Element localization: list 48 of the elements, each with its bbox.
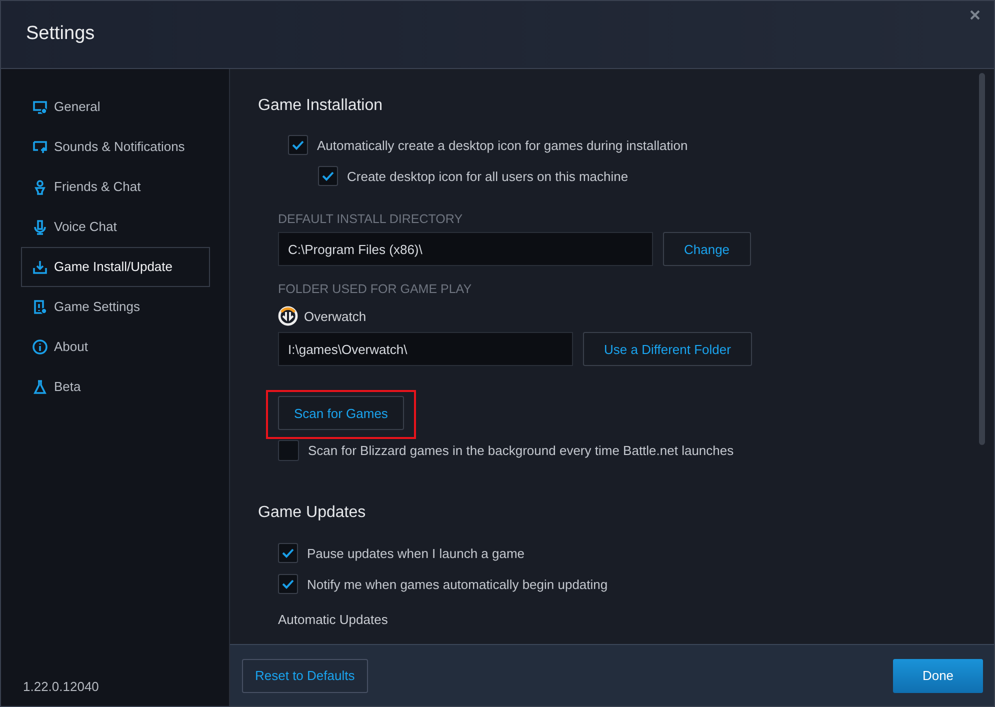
checkmark-icon: [282, 548, 294, 558]
done-button[interactable]: Done: [893, 658, 983, 692]
section-heading: Game Installation: [258, 97, 384, 115]
game-name: Overwatch: [304, 308, 366, 324]
checkbox[interactable]: [278, 440, 299, 461]
document-gear-icon: [32, 299, 48, 315]
checkbox[interactable]: [288, 135, 308, 155]
download-icon: [32, 259, 48, 275]
checkmark-icon: [322, 171, 334, 181]
checkbox[interactable]: [318, 166, 338, 186]
microphone-icon: [32, 219, 48, 235]
checkbox-label: Pause updates when I launch a game: [307, 546, 525, 560]
sidebar-item[interactable]: Game Settings: [21, 287, 210, 327]
field-label: DEFAULT INSTALL DIRECTORY: [278, 212, 464, 226]
sidebar-item[interactable]: About: [21, 327, 210, 367]
scrollbar[interactable]: [979, 73, 985, 445]
scan-button[interactable]: Scan for Games: [278, 396, 404, 430]
close-icon[interactable]: [970, 10, 980, 20]
sidebar-item[interactable]: Game Install/Update: [21, 247, 210, 287]
directory-field[interactable]: C:\Program Files (x86)\: [278, 232, 653, 266]
monitor-note-icon: [32, 139, 48, 155]
different-folder-button[interactable]: Use a Different Folder: [583, 332, 752, 366]
reset-button[interactable]: Reset to Defaults: [242, 658, 368, 692]
checkmark-icon: [282, 579, 294, 589]
checkbox-label: Create desktop icon for all users on this machine: [347, 168, 628, 184]
sidebar-item[interactable]: Voice Chat: [21, 207, 210, 247]
monitor-gear-icon: [32, 99, 48, 115]
version-label: 1.22.0.12040: [22, 679, 100, 694]
checkbox-label: Scan for Blizzard games in the background every time Battle.net launches: [308, 443, 734, 458]
checkbox-label: Automatically create a desktop icon for games during installation: [317, 138, 688, 152]
sidebar-item[interactable]: Sounds & Notifications: [21, 127, 210, 167]
checkbox[interactable]: [278, 574, 298, 594]
checkmark-icon: [292, 140, 304, 150]
field-label: FOLDER USED FOR GAME PLAY: [278, 282, 473, 296]
sidebar-item[interactable]: General: [21, 87, 210, 127]
sidebar-item[interactable]: Friends & Chat: [21, 167, 210, 207]
section-heading: Game Updates: [258, 504, 367, 522]
checkbox[interactable]: [278, 543, 298, 563]
change-button[interactable]: Change: [663, 232, 751, 266]
game-logo-icon: [278, 306, 298, 326]
subsection-label: Automatic Updates: [278, 612, 389, 627]
person-icon: [32, 179, 48, 195]
checkbox-label: Notify me when games automatically begin updating: [307, 576, 608, 592]
sidebar-item[interactable]: Beta: [21, 367, 210, 407]
folder-field[interactable]: I:\games\Overwatch\: [278, 332, 573, 366]
info-icon: [32, 339, 48, 355]
window-title: Settings: [26, 22, 95, 44]
flask-icon: [32, 379, 48, 395]
